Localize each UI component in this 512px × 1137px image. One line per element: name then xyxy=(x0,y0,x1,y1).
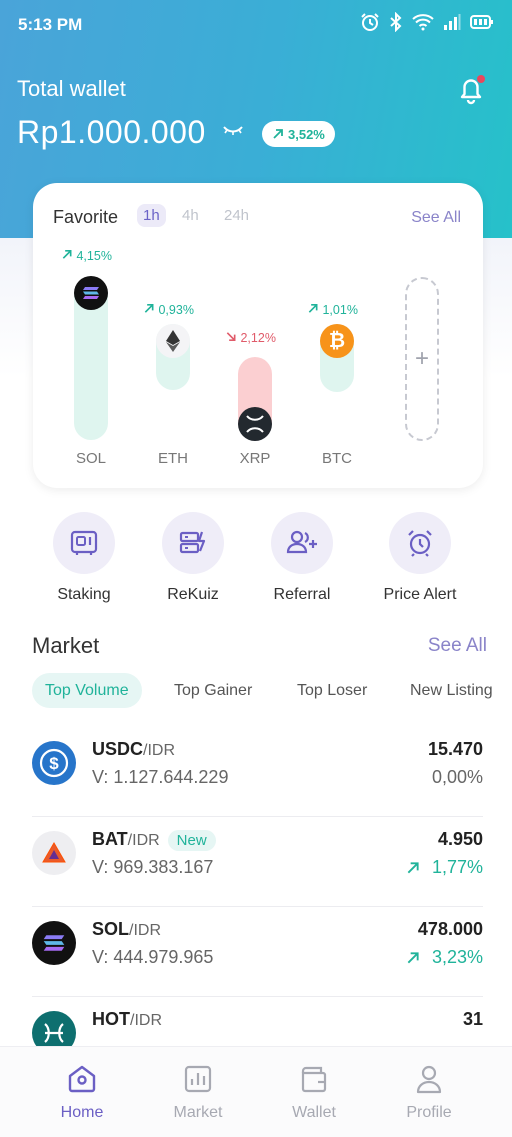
nav-profile[interactable]: Profile xyxy=(384,1063,474,1122)
sol-coin-icon xyxy=(32,921,76,965)
status-bar: 5:13 PM xyxy=(0,0,512,50)
arrow-up-right-icon xyxy=(62,250,72,259)
status-icons xyxy=(360,12,494,32)
hide-balance-icon[interactable] xyxy=(222,124,244,136)
sol-coin-icon xyxy=(74,276,108,310)
market-change: 0,00% xyxy=(431,767,483,787)
plus-icon: + xyxy=(414,345,429,372)
nav-wallet[interactable]: Wallet xyxy=(269,1063,359,1122)
svg-text:$: $ xyxy=(49,754,59,773)
wifi-icon xyxy=(412,14,434,31)
referral-label: Referral xyxy=(273,586,331,603)
wallet-change-value: 3,52% xyxy=(288,126,325,142)
battery-icon xyxy=(470,15,493,29)
favorite-card: Favorite 1h 4h 24h See All 4,15% SOL 0,9… xyxy=(33,183,483,488)
wallet-label: Total wallet xyxy=(17,76,126,101)
staking-label: Staking xyxy=(57,586,111,603)
favorite-tab-24h[interactable]: 24h xyxy=(224,207,249,224)
add-favorite-button[interactable]: + xyxy=(405,277,439,441)
signal-icon xyxy=(444,14,461,30)
eth-coin-icon xyxy=(156,324,190,358)
alarm-status-icon xyxy=(361,13,379,31)
favorite-tab-4h[interactable]: 4h xyxy=(182,207,199,224)
profile-icon xyxy=(416,1065,442,1094)
arrow-up-right-icon xyxy=(308,304,318,313)
market-pair: SOL/IDR xyxy=(92,919,162,939)
market-volume: V: 969.383.167 xyxy=(92,857,214,877)
nav-market[interactable]: Market xyxy=(153,1063,243,1122)
xrp-coin-icon xyxy=(238,407,272,441)
nav-wallet-label: Wallet xyxy=(292,1104,336,1121)
favorite-tab-1h[interactable]: 1h xyxy=(137,204,166,227)
market-volume: V: 444.979.965 xyxy=(92,947,214,967)
nav-market-label: Market xyxy=(173,1104,223,1121)
wallet-change-badge: 3,52% xyxy=(262,121,335,147)
arrow-up-right-icon xyxy=(273,129,283,139)
favorite-change: 1,01% xyxy=(307,303,387,317)
favorite-title: Favorite xyxy=(53,207,119,227)
market-row-usdc[interactable]: $ USDC/IDR V: 1.127.644.229 15.470 0,00% xyxy=(32,727,483,817)
tab-top-loser[interactable]: Top Loser xyxy=(297,673,367,708)
market-change: 1,77% xyxy=(406,857,483,878)
price-alert-label: Price Alert xyxy=(383,586,457,603)
bottom-navigation: Home Market Wallet Profile xyxy=(0,1046,512,1137)
favorite-see-all-link[interactable]: See All xyxy=(411,209,461,227)
arrow-up-right-icon xyxy=(407,861,419,873)
chart-icon xyxy=(184,1065,212,1093)
alarm-clock-icon xyxy=(408,530,432,557)
nav-home-label: Home xyxy=(60,1104,104,1121)
market-change: 3,23% xyxy=(406,947,483,968)
quiz-icon xyxy=(179,531,206,554)
favorite-coin-name: ETH xyxy=(158,450,188,467)
wallet-icon xyxy=(301,1066,327,1093)
market-pair: BAT/IDR New xyxy=(92,829,216,851)
wallet-amount: Rp1.000.000 xyxy=(17,114,206,150)
rekuiz-button[interactable]: ReKuiz xyxy=(133,512,253,604)
notification-bell-icon[interactable] xyxy=(454,72,490,108)
market-price: 15.470 xyxy=(427,739,483,759)
staking-button[interactable]: Staking xyxy=(24,512,144,604)
safe-icon xyxy=(70,530,98,555)
market-row-sol[interactable]: SOL/IDR V: 444.979.965 478.000 3,23% xyxy=(32,907,483,997)
market-price: 478.000 xyxy=(417,919,483,939)
arrow-down-right-icon xyxy=(226,332,236,341)
arrow-up-right-icon xyxy=(407,951,419,963)
new-badge: New xyxy=(167,830,216,851)
favorite-coin-sol[interactable]: 4,15% SOL xyxy=(61,248,121,468)
market-price: 4.950 xyxy=(437,829,483,849)
favorite-coin-name: SOL xyxy=(75,450,106,467)
market-pair: HOT/IDR xyxy=(92,1009,162,1029)
favorite-coin-xrp[interactable]: 2,12% XRP xyxy=(225,248,285,468)
home-icon xyxy=(68,1065,96,1093)
tab-top-volume[interactable]: Top Volume xyxy=(32,673,142,708)
favorite-change: 4,15% xyxy=(61,249,141,263)
favorite-change: 2,12% xyxy=(225,331,305,345)
nav-profile-label: Profile xyxy=(406,1104,452,1121)
favorite-coin-name: XRP xyxy=(239,450,271,467)
market-row-bat[interactable]: BAT/IDR New V: 969.383.167 4.950 1,77% xyxy=(32,817,483,907)
usdc-coin-icon: $ xyxy=(32,741,76,785)
favorite-coin-btc[interactable]: 1,01% ₿ BTC xyxy=(307,248,367,468)
favorite-change: 0,93% xyxy=(143,303,223,317)
bluetooth-icon xyxy=(390,12,402,32)
bat-coin-icon xyxy=(32,831,76,875)
price-alert-button[interactable]: Price Alert xyxy=(360,512,480,604)
market-price: 31 xyxy=(462,1009,483,1029)
favorite-coin-name: BTC xyxy=(322,450,352,467)
tab-new-listing[interactable]: New Listing xyxy=(410,673,493,708)
status-time: 5:13 PM xyxy=(18,15,83,34)
market-pair: USDC/IDR xyxy=(92,739,176,759)
market-volume: V: 1.127.644.229 xyxy=(92,767,229,787)
favorite-coin-eth[interactable]: 0,93% ETH xyxy=(143,248,203,468)
nav-home[interactable]: Home xyxy=(37,1063,127,1122)
arrow-up-right-icon xyxy=(144,304,154,313)
add-user-icon xyxy=(286,530,317,554)
btc-coin-icon: ₿ xyxy=(320,324,354,358)
market-title: Market xyxy=(32,633,100,658)
tab-top-gainer[interactable]: Top Gainer xyxy=(174,673,252,708)
rekuiz-label: ReKuiz xyxy=(167,586,219,603)
referral-button[interactable]: Referral xyxy=(242,512,362,604)
market-see-all-link[interactable]: See All xyxy=(428,635,487,657)
